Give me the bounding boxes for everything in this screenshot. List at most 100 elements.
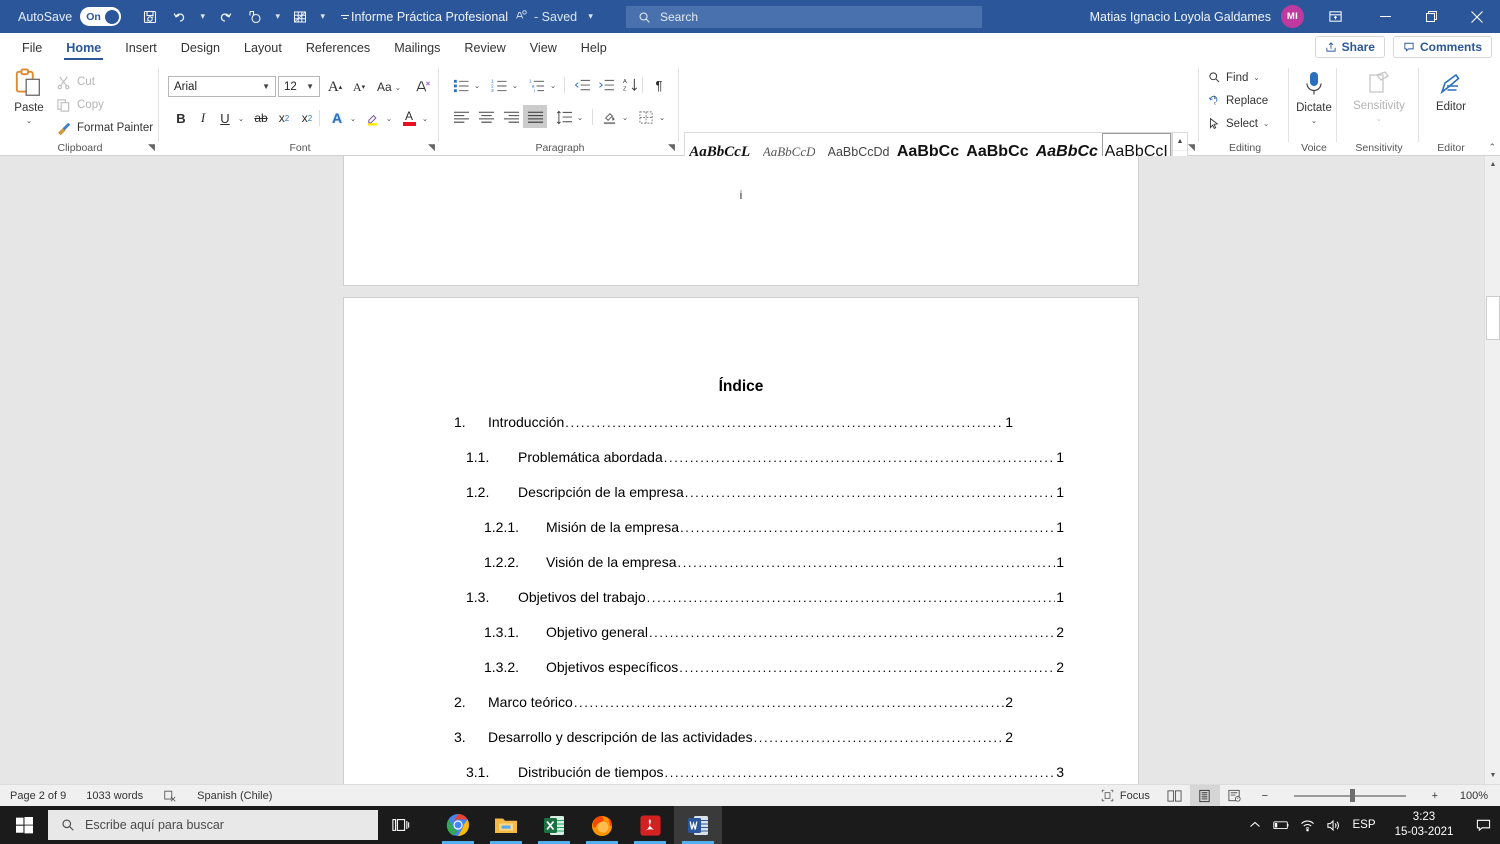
cut-button[interactable]: Cut bbox=[56, 72, 95, 92]
language-indicator[interactable]: ESP bbox=[1346, 806, 1382, 844]
toc-entry[interactable]: 1.1. Problemática abordada .............… bbox=[344, 449, 1138, 465]
chevron-down-icon[interactable]: ▼ bbox=[306, 82, 314, 91]
font-color-icon[interactable]: A bbox=[398, 107, 420, 129]
borders-icon[interactable] bbox=[635, 106, 657, 128]
subscript-button[interactable]: x2 bbox=[273, 107, 295, 129]
text-effects-icon[interactable]: A bbox=[326, 107, 348, 129]
collapse-ribbon-icon[interactable]: ⌃ bbox=[1488, 142, 1496, 153]
change-case-icon[interactable]: Aa ⌄ bbox=[372, 76, 406, 98]
toc-entry[interactable]: 1.3.1. Objetivo general ................… bbox=[344, 624, 1138, 640]
ribbon-display-options-icon[interactable] bbox=[1308, 0, 1362, 33]
align-right-icon[interactable] bbox=[500, 106, 522, 128]
numbering-icon[interactable]: 1 2 3 bbox=[488, 74, 510, 96]
taskbar-app-word[interactable] bbox=[674, 806, 722, 844]
account-area[interactable]: Matias Ignacio Loyola Galdames MI bbox=[1090, 0, 1304, 33]
tab-view[interactable]: View bbox=[518, 33, 569, 62]
dictate-dropdown-icon[interactable]: ⌄ bbox=[1311, 116, 1317, 125]
taskbar-app-excel[interactable] bbox=[530, 806, 578, 844]
select-dropdown-icon[interactable]: ⌄ bbox=[1263, 119, 1269, 128]
avatar[interactable]: MI bbox=[1281, 5, 1304, 28]
taskbar-app-file-explorer[interactable] bbox=[482, 806, 530, 844]
view-print-layout[interactable] bbox=[1189, 784, 1220, 807]
language-indicator[interactable]: Spanish (Chile) bbox=[187, 785, 282, 807]
tab-file[interactable]: File bbox=[10, 33, 54, 62]
tab-review[interactable]: Review bbox=[452, 33, 517, 62]
scroll-up-icon[interactable]: ▲ bbox=[1485, 156, 1500, 173]
view-read-mode[interactable] bbox=[1160, 785, 1190, 807]
document-page-1[interactable]: i bbox=[343, 156, 1139, 286]
show-hidden-icons-icon[interactable] bbox=[1242, 806, 1268, 844]
toc-entry[interactable]: 1.3. Objetivos del trabajo .............… bbox=[344, 589, 1138, 605]
wifi-icon[interactable] bbox=[1294, 806, 1320, 844]
multilevel-dropdown-icon[interactable]: ⌄ bbox=[546, 74, 560, 96]
document-page-2[interactable]: Índice 1. Introducción .................… bbox=[343, 297, 1139, 784]
focus-button[interactable]: Focus bbox=[1091, 785, 1160, 807]
search-input[interactable]: Search bbox=[626, 6, 982, 28]
select-button[interactable]: Select ⌄ bbox=[1208, 117, 1269, 130]
zoom-out-button[interactable]: − bbox=[1250, 785, 1280, 807]
clear-formatting-icon[interactable] bbox=[412, 76, 434, 98]
tab-references[interactable]: References bbox=[294, 33, 382, 62]
text-effects-dropdown-icon[interactable]: ⌄ bbox=[346, 107, 360, 129]
minimize-button[interactable] bbox=[1362, 0, 1408, 33]
sort-icon[interactable]: A Z bbox=[620, 74, 642, 96]
bullets-dropdown-icon[interactable]: ⌄ bbox=[470, 74, 484, 96]
zoom-in-button[interactable]: + bbox=[1420, 785, 1450, 807]
zoom-level[interactable]: 100% bbox=[1456, 790, 1496, 802]
tab-design[interactable]: Design bbox=[169, 33, 232, 62]
format-painter-button[interactable]: Format Painter bbox=[56, 118, 153, 138]
task-view-button[interactable] bbox=[378, 806, 424, 844]
zoom-knob[interactable] bbox=[1349, 789, 1355, 802]
restore-button[interactable] bbox=[1408, 0, 1454, 33]
table-dropdown-icon[interactable]: ▾ bbox=[315, 4, 330, 30]
taskbar-app-chrome[interactable] bbox=[434, 806, 482, 844]
find-button[interactable]: Find ⌄ bbox=[1208, 71, 1260, 84]
gallery-scroll-up-icon[interactable]: ▲ bbox=[1173, 133, 1187, 151]
dictate-button[interactable]: Dictate ⌄ bbox=[1290, 70, 1338, 125]
underline-dropdown-icon[interactable]: ⌄ bbox=[234, 107, 248, 129]
shrink-font-icon[interactable]: A ▾ bbox=[348, 76, 370, 98]
tab-mailings[interactable]: Mailings bbox=[382, 33, 452, 62]
toc-entry[interactable]: 1.3.2. Objetivos específicos ...........… bbox=[344, 659, 1138, 675]
taskbar-search-input[interactable]: Escribe aquí para buscar bbox=[48, 810, 378, 840]
start-button[interactable] bbox=[0, 806, 48, 844]
touch-mode-icon[interactable] bbox=[240, 4, 270, 30]
superscript-button[interactable]: x2 bbox=[296, 107, 318, 129]
find-dropdown-icon[interactable]: ⌄ bbox=[1253, 73, 1259, 82]
show-formatting-marks-icon[interactable]: ¶ bbox=[648, 74, 670, 96]
replace-button[interactable]: b c Replace bbox=[1208, 94, 1268, 107]
notifications-button[interactable] bbox=[1466, 806, 1500, 844]
bullets-icon[interactable] bbox=[450, 74, 472, 96]
font-family-input[interactable]: Arial ▼ bbox=[168, 76, 276, 97]
sensitivity-dropdown-icon[interactable]: ⌄ bbox=[1376, 114, 1382, 123]
numbering-dropdown-icon[interactable]: ⌄ bbox=[508, 74, 522, 96]
font-color-dropdown-icon[interactable]: ⌄ bbox=[418, 107, 432, 129]
borders-dropdown-icon[interactable]: ⌄ bbox=[655, 106, 669, 128]
font-size-input[interactable]: 12 ▼ bbox=[278, 76, 320, 97]
paste-button[interactable]: Paste ⌄ bbox=[6, 68, 52, 136]
chevron-down-icon[interactable]: ▼ bbox=[262, 82, 270, 91]
paragraph-dialog-launcher[interactable]: ◥ bbox=[666, 142, 677, 153]
editor-button[interactable]: Editor bbox=[1420, 72, 1482, 113]
sensitivity-button[interactable]: Sensitivity ⌄ bbox=[1338, 70, 1420, 123]
underline-button[interactable]: U bbox=[214, 107, 236, 129]
shading-icon[interactable] bbox=[598, 106, 620, 128]
zoom-slider[interactable] bbox=[1293, 785, 1406, 807]
taskbar-app-firefox[interactable] bbox=[578, 806, 626, 844]
word-count[interactable]: 1033 words bbox=[76, 785, 153, 807]
toc-entry[interactable]: 2. Marco teórico .......................… bbox=[344, 694, 1138, 710]
justify-icon[interactable] bbox=[523, 105, 547, 128]
toc-entry[interactable]: 1. Introducción ........................… bbox=[344, 414, 1138, 430]
volume-icon[interactable] bbox=[1320, 806, 1346, 844]
scrollbar-thumb[interactable] bbox=[1486, 296, 1500, 340]
redo-icon[interactable] bbox=[210, 4, 240, 30]
document-scrollbar[interactable]: ▲ ▼ bbox=[1484, 156, 1500, 784]
table-icon[interactable] bbox=[285, 4, 315, 30]
decrease-indent-icon[interactable] bbox=[571, 74, 593, 96]
align-left-icon[interactable] bbox=[450, 106, 472, 128]
close-button[interactable] bbox=[1454, 0, 1500, 33]
highlight-dropdown-icon[interactable]: ⌄ bbox=[382, 107, 396, 129]
toc-entry[interactable]: 3.1. Distribución de tiempos ...........… bbox=[344, 764, 1138, 780]
proofing-status[interactable] bbox=[153, 785, 187, 807]
touch-mode-dropdown-icon[interactable]: ▾ bbox=[270, 4, 285, 30]
